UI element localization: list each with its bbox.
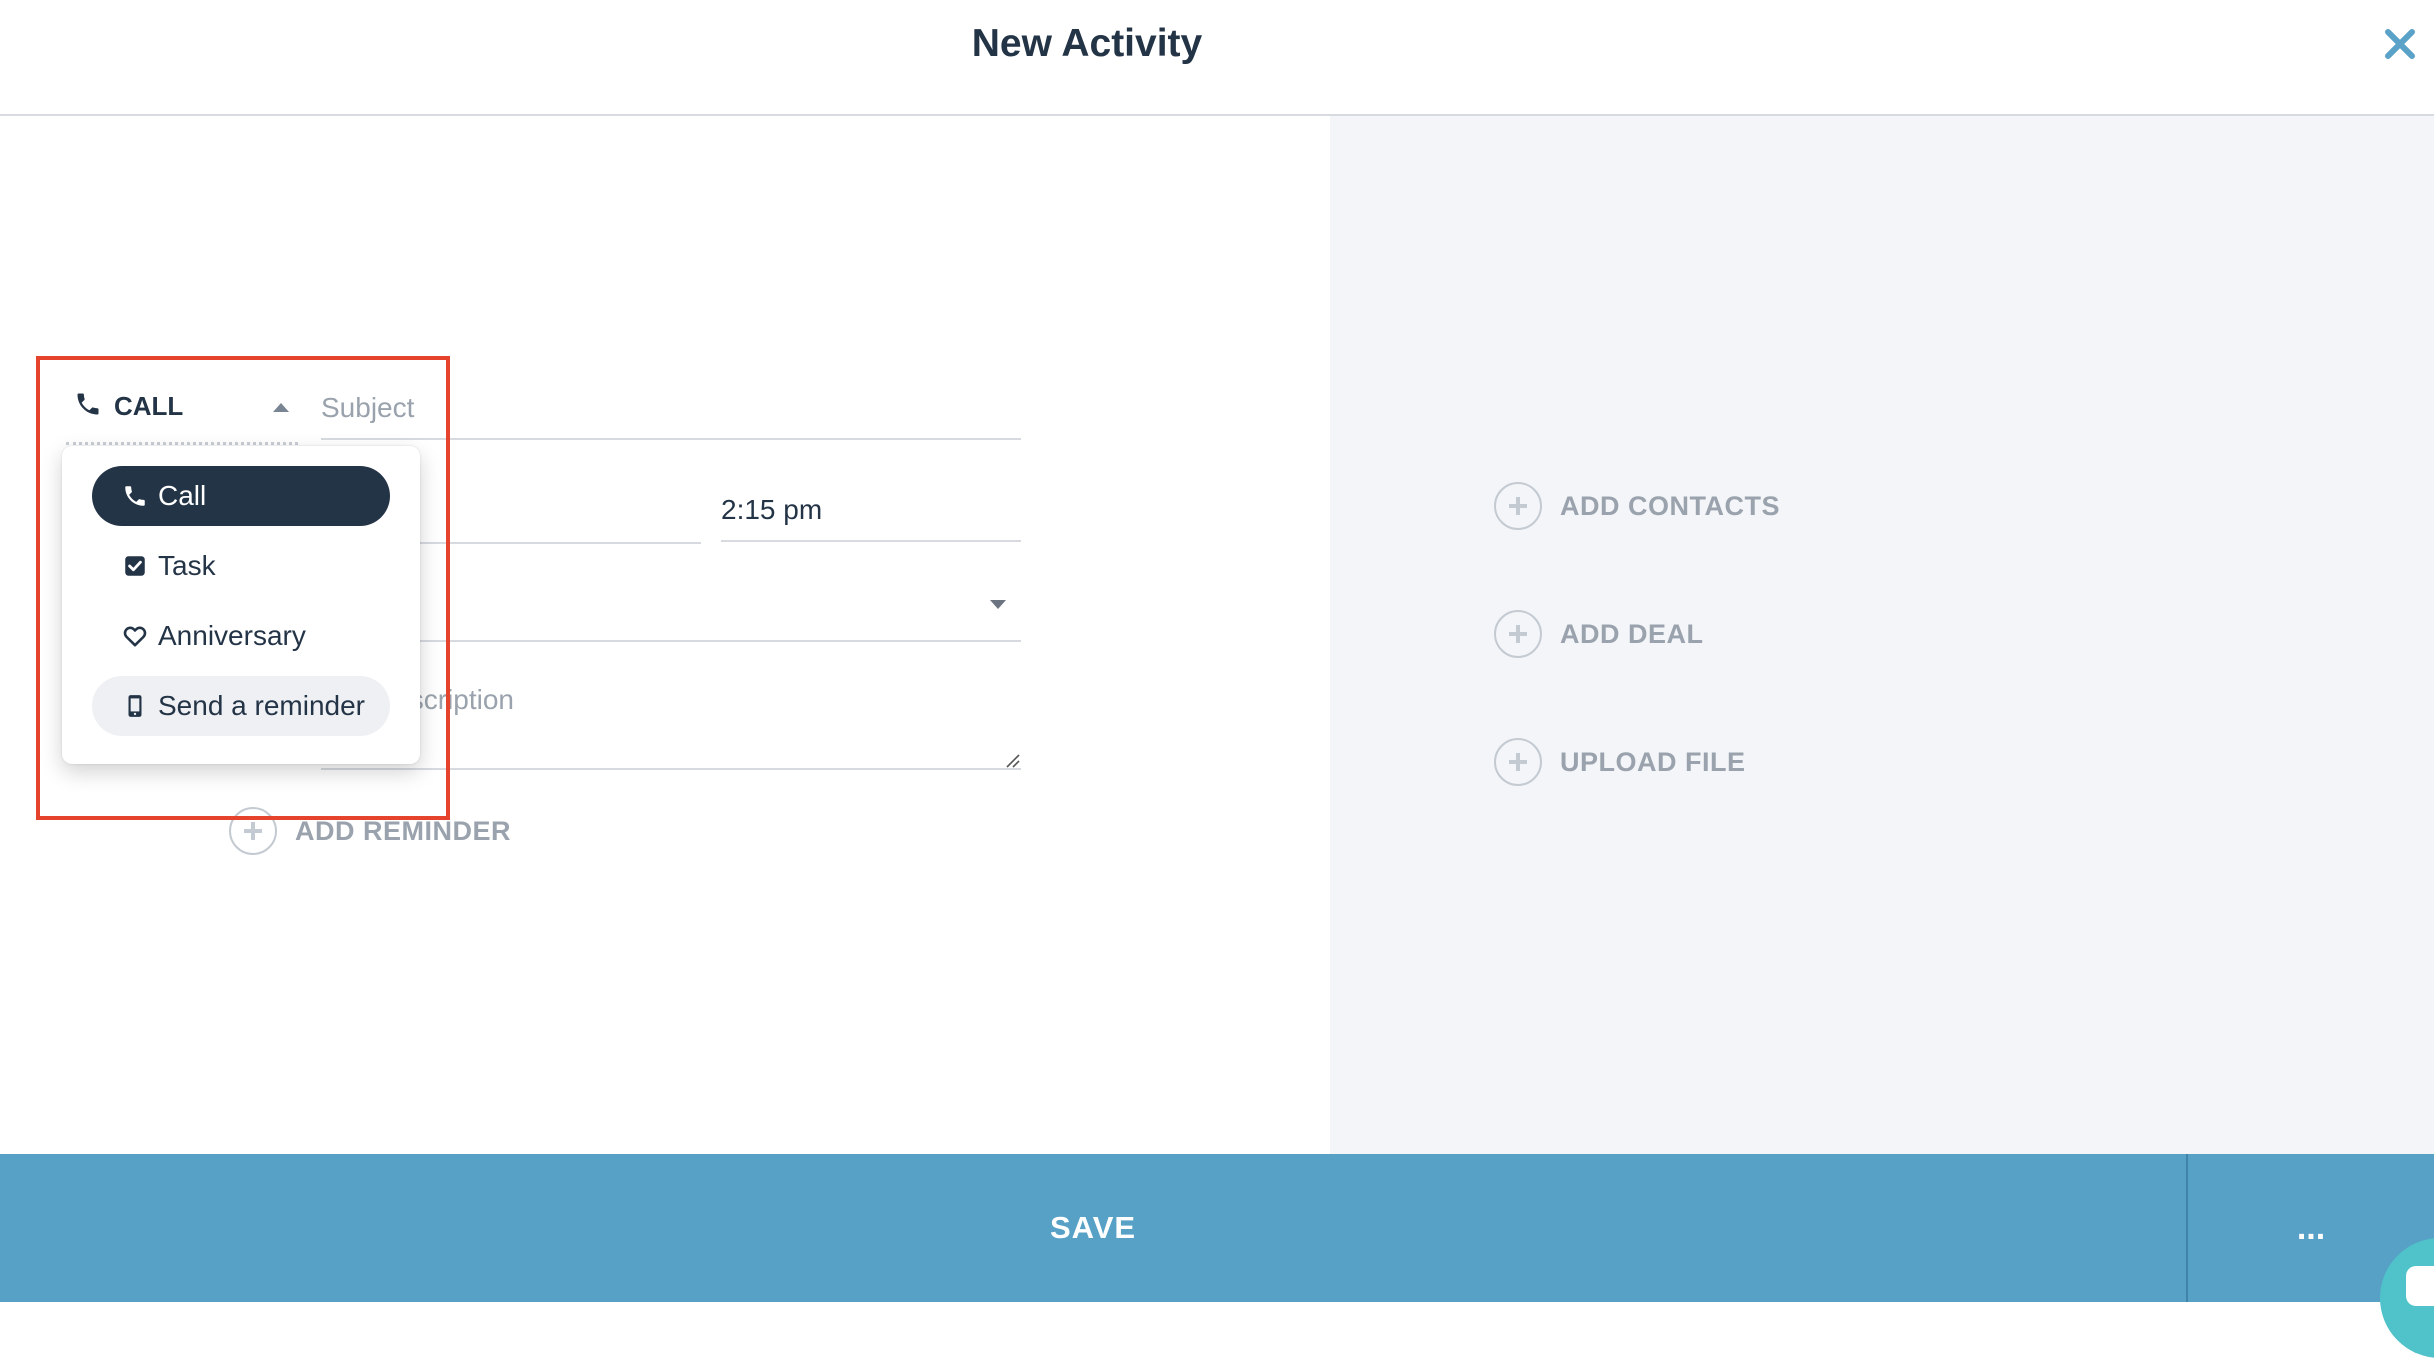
description-input[interactable]: [321, 670, 1021, 770]
activity-select-field[interactable]: [321, 578, 1021, 642]
phone-icon: [74, 390, 102, 423]
mobile-phone-icon: [120, 693, 150, 719]
resize-grip-icon[interactable]: [1004, 752, 1020, 773]
upload-file-label: UPLOAD FILE: [1560, 746, 1746, 777]
caret-up-icon: [272, 400, 290, 418]
add-contacts-label: ADD CONTACTS: [1560, 490, 1780, 521]
menu-item-label: Anniversary: [158, 620, 306, 651]
chat-bubble-inner: [2406, 1266, 2434, 1306]
plus-icon: [1494, 738, 1542, 786]
activity-type-menu: Call Task Anniversary Send a reminder: [62, 446, 420, 764]
phone-icon: [120, 483, 150, 509]
add-contacts-button[interactable]: ADD CONTACTS: [1494, 482, 1780, 530]
type-select-underline: [66, 442, 298, 445]
save-button[interactable]: SAVE: [0, 1154, 2186, 1302]
menu-item-call[interactable]: Call: [92, 466, 390, 526]
add-deal-label: ADD DEAL: [1560, 618, 1704, 649]
menu-item-label: Send a reminder: [158, 690, 366, 721]
chevron-down-icon: [989, 598, 1007, 616]
upload-file-button[interactable]: UPLOAD FILE: [1494, 738, 1746, 786]
footer-bar: SAVE ...: [0, 1154, 2434, 1302]
modal-header: New Activity: [0, 0, 2434, 116]
plus-icon: [229, 807, 277, 855]
menu-item-task[interactable]: Task: [92, 536, 390, 596]
plus-icon: [1494, 610, 1542, 658]
menu-item-label: Call: [158, 480, 207, 511]
add-reminder-button[interactable]: ADD REMINDER: [229, 807, 511, 855]
activity-type-select[interactable]: CALL: [74, 386, 294, 426]
subject-input[interactable]: [321, 378, 1021, 440]
menu-item-send-reminder[interactable]: Send a reminder: [92, 676, 390, 736]
plus-icon: [1494, 482, 1542, 530]
add-deal-button[interactable]: ADD DEAL: [1494, 610, 1704, 658]
time-input[interactable]: [721, 480, 1021, 542]
checkbox-icon: [120, 553, 150, 579]
close-icon[interactable]: [2380, 24, 2424, 68]
activity-type-label: CALL: [114, 390, 184, 421]
menu-item-label: Task: [158, 550, 216, 581]
add-reminder-label: ADD REMINDER: [295, 815, 512, 846]
page-title: New Activity: [971, 22, 1203, 65]
menu-item-anniversary[interactable]: Anniversary: [92, 606, 390, 666]
heart-icon: [120, 623, 150, 649]
